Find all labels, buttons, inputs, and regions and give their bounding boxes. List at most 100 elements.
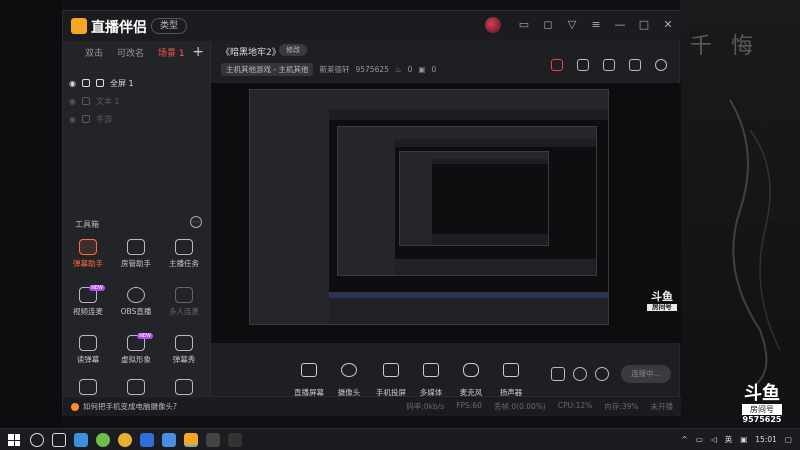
edit-room-button[interactable]: 修改 xyxy=(279,44,307,56)
close-icon[interactable]: ✕ xyxy=(661,18,675,32)
minimize-icon[interactable]: — xyxy=(613,18,627,32)
preview-eye-icon[interactable] xyxy=(573,367,587,381)
douyu-watermark: 斗鱼 房间号 xyxy=(647,291,677,311)
live-state: 未开播 xyxy=(650,402,674,411)
tool-video-link[interactable]: NEW 视频连麦 xyxy=(65,285,111,323)
tool-room-admin[interactable]: 房管助手 xyxy=(113,239,159,275)
edge-browser-icon[interactable] xyxy=(74,433,88,447)
app-dark-icon[interactable] xyxy=(228,433,242,447)
tip-link[interactable]: 如何把手机变成电脑摄像头? xyxy=(83,401,177,412)
feedback-icon[interactable]: ◻ xyxy=(541,18,555,32)
tool-avatar[interactable]: NEW 虚拟形象 xyxy=(113,333,159,371)
room-info: 主机其他游戏 - 主机其他 斯莱德轩 9575625 ♨ 0 ▣ 0 xyxy=(221,63,436,76)
room-admin-icon xyxy=(127,239,145,255)
main-panel: 《暗黑地牢2》 修改 主机其他游戏 - 主机其他 斯莱德轩 9575625 ♨ … xyxy=(211,41,681,397)
stream-preview[interactable]: 斗鱼 房间号 xyxy=(211,83,681,343)
network-icon[interactable]: ▭ xyxy=(696,435,703,444)
follower-icon: ▣ xyxy=(418,65,426,74)
hot-icon: ♨ xyxy=(394,65,402,74)
tool-screen[interactable] xyxy=(65,379,111,395)
screen-share-button[interactable]: 直播屏幕 xyxy=(287,363,331,399)
avatar[interactable] xyxy=(485,17,501,33)
maximize-icon[interactable]: □ xyxy=(637,18,651,32)
tool-obs[interactable]: OBS直播 xyxy=(113,287,159,323)
task-view-icon[interactable] xyxy=(52,433,66,447)
memory-usage: 内存:39% xyxy=(604,402,639,411)
app-green-icon[interactable] xyxy=(96,433,110,447)
bottom-toolbar: 直播屏幕 摄像头 手机投屏 多媒体 麦克风 扬声器 连接中... xyxy=(211,359,681,399)
windows-start-icon[interactable] xyxy=(8,434,20,446)
volume-icon[interactable]: ◁ xyxy=(711,435,717,444)
bell-icon[interactable] xyxy=(629,59,641,71)
visible-eye-icon[interactable]: ◉ xyxy=(69,79,76,88)
camera-icon xyxy=(341,363,357,377)
cpu-usage: CPU:12% xyxy=(557,401,593,410)
menu-icon[interactable]: ≡ xyxy=(589,18,603,32)
tray-app-icon[interactable]: ▣ xyxy=(740,435,747,444)
room-title: 《暗黑地牢2》 xyxy=(221,48,281,58)
message-icon[interactable]: ▭ xyxy=(517,18,531,32)
chrome-icon[interactable] xyxy=(118,433,132,447)
app-name: 直播伴侣 xyxy=(91,20,147,36)
media-button[interactable]: 多媒体 xyxy=(409,363,453,399)
hot-count: 0 xyxy=(407,65,413,74)
record-icon[interactable] xyxy=(551,367,565,381)
camera-button[interactable]: 摄像头 xyxy=(327,363,371,399)
mail-icon[interactable] xyxy=(162,433,176,447)
desktop-douyu-watermark: 斗鱼 房间号 9575625 xyxy=(742,383,782,424)
taskbar: ^ ▭ ◁ 英 ▣ 15:01 ▢ xyxy=(0,428,800,450)
follower-count: 0 xyxy=(431,65,437,74)
tab-scene-doubleclick[interactable]: 双击 xyxy=(85,46,103,59)
room-settings-icon[interactable] xyxy=(603,59,615,71)
lock-icon[interactable] xyxy=(577,59,589,71)
wallpaper-calligraphy: 千 悔 xyxy=(690,34,759,59)
tab-scene-1[interactable]: 场景 1 xyxy=(158,46,185,59)
streamer-task-icon xyxy=(175,239,193,255)
preview-nested-frame xyxy=(249,89,609,325)
gift-box-icon[interactable] xyxy=(551,59,563,71)
tray-arrow-icon[interactable]: ^ xyxy=(682,435,688,444)
tool-danmaku-show[interactable]: 弹幕秀 xyxy=(161,335,207,371)
source-item[interactable]: ◉ 全屏 1 xyxy=(69,75,134,91)
fullscreen-source-icon xyxy=(95,79,104,87)
start-live-button[interactable]: 连接中... xyxy=(621,365,671,383)
hidden-eye-icon[interactable]: ◉ xyxy=(69,97,76,106)
source-item[interactable]: ◉ 手游 xyxy=(69,111,112,127)
notification-icon[interactable]: ▢ xyxy=(785,435,792,444)
tool-multi-link[interactable]: 多人连麦 xyxy=(161,287,207,323)
gift-icon xyxy=(127,379,145,395)
source-item[interactable]: ◉ 文本 1 xyxy=(69,93,120,109)
skin-icon[interactable]: ▽ xyxy=(565,18,579,32)
status-bar: 如何把手机变成电脑摄像头? 码率:0kb/s FPS:60 丢帧:0(0.00%… xyxy=(63,396,681,416)
room-category[interactable]: 主机其他游戏 - 主机其他 xyxy=(221,63,314,76)
speaker-button[interactable]: 扬声器 xyxy=(489,363,533,399)
type-badge[interactable]: 类型 xyxy=(151,18,188,34)
search-icon[interactable] xyxy=(30,433,44,447)
scene-tabs: 双击 可改名 场景 1 xyxy=(63,41,210,63)
app-blue-icon[interactable] xyxy=(140,433,154,447)
screen-icon xyxy=(79,379,97,395)
tip-icon xyxy=(71,403,79,411)
tool-read-danmaku[interactable]: 读弹幕 xyxy=(65,335,111,371)
microphone-icon xyxy=(463,363,479,377)
tab-scene-rename[interactable]: 可改名 xyxy=(117,46,144,59)
settings-gear-icon[interactable] xyxy=(595,367,609,381)
toolbox-more-icon[interactable]: ⋯ xyxy=(190,216,202,228)
input-language[interactable]: 英 xyxy=(725,434,733,445)
tool-streamer-task[interactable]: 主播任务 xyxy=(161,239,207,275)
lock-icon[interactable] xyxy=(81,79,90,87)
share-icon[interactable] xyxy=(655,59,667,71)
phone-cast-button[interactable]: 手机投屏 xyxy=(369,363,413,399)
add-scene-button[interactable]: + xyxy=(192,44,204,60)
tool-download[interactable] xyxy=(161,379,207,395)
app-logo-icon xyxy=(71,18,87,34)
title-bar: 直播伴侣 类型 ▭ ◻ ▽ ≡ — □ ✕ xyxy=(63,11,681,41)
clock[interactable]: 15:01 xyxy=(755,435,777,444)
live-companion-task-icon[interactable] xyxy=(184,433,198,447)
tool-gift[interactable] xyxy=(113,379,159,395)
tool-danmaku-assistant[interactable]: 弹幕助手 xyxy=(65,239,111,275)
microphone-button[interactable]: 麦克风 xyxy=(449,363,493,399)
source-label: 全屏 1 xyxy=(109,78,134,88)
hidden-eye-icon[interactable]: ◉ xyxy=(69,115,76,124)
game-icon[interactable] xyxy=(206,433,220,447)
